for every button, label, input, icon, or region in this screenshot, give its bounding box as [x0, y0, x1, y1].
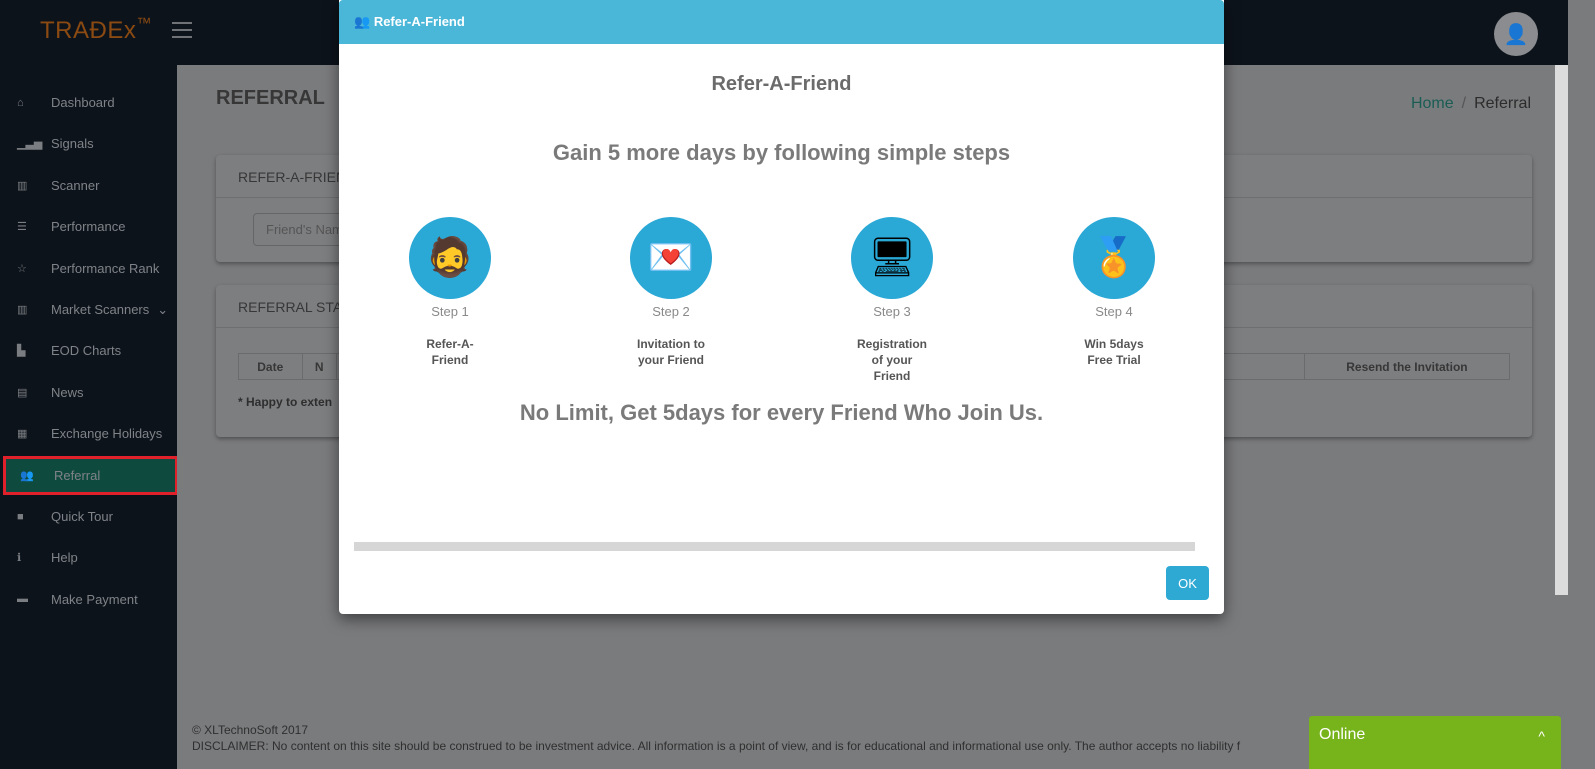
chevron-down-icon: ⌄	[157, 301, 169, 317]
sidebar-item-help[interactable]: ℹ Help	[3, 538, 178, 577]
home-icon: ⌂	[17, 96, 24, 109]
envelope-heart-icon: 💌	[630, 217, 712, 299]
column-header: Resend the Invitation	[1303, 353, 1511, 380]
page-title: REFERRAL	[216, 87, 325, 109]
column-header: Date	[238, 353, 303, 380]
logo[interactable]: TRAĐEx™	[40, 15, 152, 45]
modal-header: 👥 Refer-A-Friend	[339, 0, 1224, 44]
breadcrumb-separator: /	[1461, 95, 1467, 112]
sidebar-item-label: Signals	[51, 136, 94, 152]
sidebar-item-label: Referral	[54, 467, 101, 483]
sidebar-item-label: Performance	[51, 219, 126, 235]
sidebar-item-signals[interactable]: ▁▃▅ Signals	[3, 124, 178, 163]
calendar-icon: ▦	[17, 428, 28, 441]
sidebar-item-label: Dashboard	[51, 95, 115, 110]
info-icon: ℹ	[17, 552, 22, 565]
sidebar-item-label: EOD Charts	[51, 343, 122, 359]
chat-status: Online	[1319, 726, 1366, 743]
sidebar-item-label: Quick Tour	[51, 509, 113, 524]
person-icon: 🧔	[409, 217, 491, 299]
sidebar-item-label: Performance Rank	[51, 260, 160, 276]
step-number: Step 3	[873, 304, 911, 319]
modal-bottom-text: No Limit, Get 5days for every Friend Who…	[519, 400, 1044, 425]
step-label: Refer-A-Friend	[426, 337, 474, 367]
sidebar-item-label: Market Scanners	[51, 302, 150, 317]
star-icon: ☆	[17, 262, 27, 275]
sidebar: ⌂ Dashboard ▁▃▅ Signals ▥ Scanner ☰ Performance…	[0, 65, 178, 769]
step-1: 🧔 Step 1 Refer-A-Friend	[390, 217, 510, 368]
disclaimer: DISCLAIMER: No content on this site shou…	[192, 739, 1241, 753]
step-4: 🏅 Step 4 Win 5days Free Trial	[1054, 217, 1174, 368]
modal-title: Refer-A-Friend	[711, 73, 852, 95]
modal-subtitle: Gain 5 more days by following simple ste…	[552, 140, 1011, 165]
video-icon: ■	[17, 510, 24, 523]
step-label: Win 5days Free Trial	[1084, 337, 1144, 367]
sidebar-item-label: Make Payment	[51, 591, 138, 607]
sidebar-item-label: Exchange Holidays	[51, 426, 163, 442]
barcode-icon: ▥	[17, 304, 28, 316]
step-3: 🖥 Step 3 Registration of your Friend	[832, 217, 952, 384]
barcode-icon: ▥	[17, 179, 28, 192]
step-label: Invitation to your Friend	[637, 337, 705, 367]
logo-text: TRAĐEx	[40, 17, 137, 44]
ok-button[interactable]: OK	[1166, 566, 1209, 600]
copyright: © XLTechnoSoft 2017	[192, 723, 309, 737]
medal-icon: 🏅	[1073, 217, 1155, 299]
horizontal-scrollbar[interactable]	[354, 542, 1195, 551]
sidebar-item-scanner[interactable]: ▥ Scanner	[3, 166, 178, 205]
chevron-up-icon[interactable]: ^	[1538, 728, 1545, 744]
step-number: Step 1	[431, 304, 469, 319]
sidebar-item-dashboard[interactable]: ⌂ Dashboard	[3, 83, 178, 122]
breadcrumb: Home / Referral	[1411, 95, 1531, 113]
sidebar-item-news[interactable]: ▤ News	[3, 373, 178, 412]
sidebar-item-performance-rank[interactable]: ☆ Performance Rank	[3, 249, 178, 288]
monitor-icon: 🖥	[851, 217, 933, 299]
step-2: 💌 Step 2 Invitation to your Friend	[611, 217, 731, 368]
sidebar-item-label: Scanner	[51, 177, 100, 193]
sidebar-item-eod-charts[interactable]: ▙ EOD Charts	[3, 331, 178, 370]
sidebar-item-performance[interactable]: ☰ Performance	[3, 207, 178, 246]
users-icon: 👥	[20, 469, 34, 482]
refer-a-friend-modal: 👥 Refer-A-Friend Refer-A-Friend Gain 5 m…	[339, 0, 1224, 614]
footer: © XLTechnoSoft 2017 DISCLAIMER: No conte…	[192, 722, 1240, 754]
signal-icon: ▁▃▅	[17, 138, 43, 151]
newspaper-icon: ▤	[17, 386, 28, 399]
sidebar-item-label: News	[51, 384, 84, 400]
server-icon: ☰	[17, 221, 27, 234]
scrollbar[interactable]	[1553, 65, 1568, 769]
hamburger-menu-icon[interactable]	[172, 22, 192, 38]
sidebar-item-exchange-holidays[interactable]: ▦ Exchange Holidays	[3, 414, 178, 453]
sidebar-item-label: Help	[51, 550, 78, 566]
step-number: Step 4	[1095, 304, 1133, 319]
note-text: * Happy to exten	[238, 395, 333, 409]
breadcrumb-home[interactable]: Home	[1411, 95, 1454, 112]
sidebar-item-make-payment[interactable]: ▬ Make Payment	[3, 580, 178, 619]
user-icon: 👤	[1503, 23, 1529, 46]
column-header: N	[301, 353, 337, 380]
users-icon: 👥	[354, 14, 374, 29]
sidebar-item-quick-tour[interactable]: ■ Quick Tour	[3, 497, 178, 536]
sidebar-item-market-scanners[interactable]: ▥ Market Scanners ⌄	[3, 290, 178, 329]
logo-tm: ™	[136, 15, 152, 32]
sidebar-item-referral[interactable]: 👥 Referral	[3, 455, 178, 495]
credit-card-icon: ▬	[17, 593, 28, 606]
modal-header-title: Refer-A-Friend	[373, 14, 465, 29]
step-number: Step 2	[652, 304, 690, 319]
chat-online-widget[interactable]: Online ^	[1309, 716, 1561, 769]
step-label: Registration of your Friend	[856, 337, 927, 383]
breadcrumb-current: Referral	[1474, 95, 1531, 112]
user-avatar-button[interactable]: 👤	[1494, 12, 1538, 56]
bar-chart-icon: ▙	[17, 345, 26, 358]
